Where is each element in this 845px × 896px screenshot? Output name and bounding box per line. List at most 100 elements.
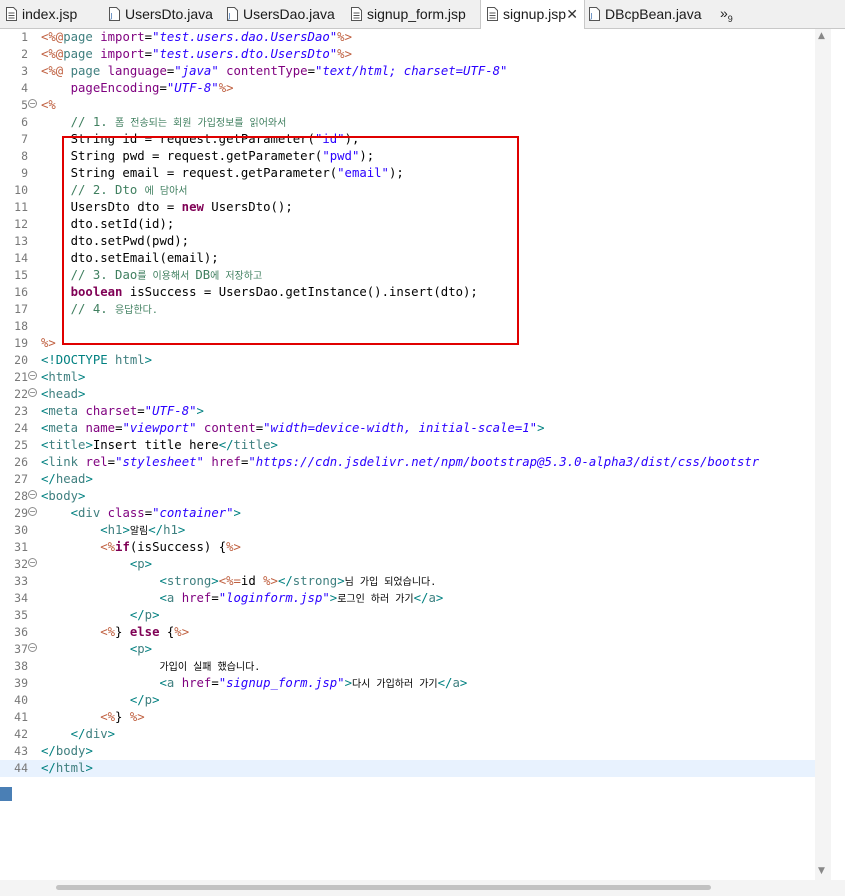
code-line[interactable]: 13 dto.setPwd(pwd); [0,233,815,250]
code-line[interactable]: 43 </body> [0,743,815,760]
code-line[interactable]: 34 <a href="loginform.jsp">로그인 하러 가기</a> [0,590,815,607]
code-text: <title>Insert title here</title> [41,438,278,452]
line-number: 34 [14,591,28,605]
code-text: <%@page import="test.users.dao.UsersDao"… [41,30,352,44]
code-line[interactable]: 15 // 3. Dao를 이용해서 DB에 저장하고 [0,267,815,284]
code-text: <a href="signup_form.jsp">다시 가입하러 가기</a> [159,676,468,690]
code-line[interactable]: 32− <p> [0,556,815,573]
line-number: 7 [21,132,28,146]
code-line[interactable]: 37− <p> [0,641,815,658]
code-text: </head> [41,472,93,486]
fold-collapse-icon[interactable]: − [28,643,37,652]
java-file-icon: J [109,7,120,21]
code-line[interactable]: 40 </p> [0,692,815,709]
code-text: %> [41,336,56,350]
code-line[interactable]: 6 // 1. 폼 전송되는 회원 가입정보를 읽어와서 [0,114,815,131]
line-number: 15 [14,268,28,282]
java-file-icon: J [227,7,238,21]
code-line[interactable]: 17 // 4. 응답한다. [0,301,815,318]
code-line[interactable]: 18 [0,318,815,335]
code-line[interactable]: 7 String id = request.getParameter("id")… [0,131,815,148]
code-line[interactable]: 30 <h1>알림</h1> [0,522,815,539]
scroll-up-icon[interactable]: ▲ [818,31,825,41]
code-line[interactable]: 19 %> [0,335,815,352]
vertical-scrollbar[interactable]: ▲ ▼ [815,29,831,880]
code-line[interactable]: 36 <%} else {%> [0,624,815,641]
code-line[interactable]: 44 </html> [0,760,815,777]
line-number: 1 [21,30,28,44]
code-line[interactable]: 38 가입이 실패 했습니다. [0,658,815,675]
tab-signup-jsp[interactable]: signup.jsp ✕ [480,0,585,29]
code-line[interactable]: 41 <%} %> [0,709,815,726]
code-line[interactable]: 33 <strong><%=id %></strong>님 가입 되었습니다. [0,573,815,590]
code-line[interactable]: 24 <meta name="viewport" content="width=d… [0,420,815,437]
code-text: <%@page import="test.users.dto.UsersDto"… [41,47,352,61]
code-line[interactable]: 28− <body> [0,488,815,505]
svg-text:J: J [228,12,231,20]
line-number: 14 [14,251,28,265]
code-line[interactable]: 16 boolean isSuccess = UsersDao.getInsta… [0,284,815,301]
code-line[interactable]: 1 <%@page import="test.users.dao.UsersDao… [0,29,815,46]
code-editor[interactable]: 1 <%@page import="test.users.dao.UsersDao… [0,29,815,880]
code-text: String id = request.getParameter("id"); [41,132,360,146]
tab-label: signup_form.jsp [367,6,466,22]
svg-text:J: J [590,12,593,20]
code-line[interactable]: 9 String email = request.getParameter("e… [0,165,815,182]
fold-collapse-icon[interactable]: − [28,99,37,108]
code-text: </p> [129,693,160,707]
code-line[interactable]: 23 <meta charset="UTF-8"> [0,403,815,420]
fold-collapse-icon[interactable]: − [28,371,37,380]
fold-collapse-icon[interactable]: − [28,388,37,397]
line-number: 41 [14,710,28,724]
code-line[interactable]: 2 <%@page import="test.users.dto.UsersDto… [0,46,815,63]
code-line[interactable]: 8 String pwd = request.getParameter("pwd… [0,148,815,165]
close-icon[interactable]: ✕ [566,0,578,28]
tab-index-jsp[interactable]: index.jsp [0,0,103,28]
code-text: dto.setEmail(email); [41,251,219,265]
horizontal-scrollbar[interactable] [0,880,845,896]
line-number: 12 [14,217,28,231]
tab-dbcpbean-java[interactable]: J DBcpBean.java [583,0,713,28]
tab-usersdto-java[interactable]: J UsersDto.java [103,0,221,28]
editor-tab-bar: index.jsp J UsersDto.java J UsersDao.java sig… [0,0,845,29]
code-text: boolean isSuccess = UsersDao.getInstance… [70,285,478,299]
code-line[interactable]: 35 </p> [0,607,815,624]
fold-collapse-icon[interactable]: − [28,558,37,567]
code-line[interactable]: 11 UsersDto dto = new UsersDto(); [0,199,815,216]
code-line[interactable]: 27 </head> [0,471,815,488]
line-number: 26 [14,455,28,469]
tab-overflow-symbol[interactable]: » [720,5,728,21]
tab-usersdao-java[interactable]: J UsersDao.java [221,0,345,28]
line-number: 22 [14,387,28,401]
scroll-down-icon[interactable]: ▼ [818,866,825,876]
svg-text:J: J [110,12,113,20]
code-line[interactable]: 3 <%@ page language="java" contentType="t… [0,63,815,80]
code-line[interactable]: 25 <title>Insert title here</title> [0,437,815,454]
code-text: 가입이 실패 했습니다. [159,662,261,673]
tab-signup-form-jsp[interactable]: signup_form.jsp [345,0,480,28]
code-line[interactable]: 29− <div class="container"> [0,505,815,522]
code-line[interactable]: 4 pageEncoding="UTF-8"%> [0,80,815,97]
code-line[interactable]: 26 <link rel="stylesheet" href="https://c… [0,454,815,471]
fold-collapse-icon[interactable]: − [28,490,37,499]
code-line[interactable]: 12 dto.setId(id); [0,216,815,233]
line-number: 24 [14,421,28,435]
tab-overflow-icon[interactable]: »9 [720,0,733,28]
horizontal-scroll-thumb[interactable] [56,885,711,890]
code-line[interactable]: 31 <%if(isSuccess) {%> [0,539,815,556]
fold-collapse-icon[interactable]: − [28,507,37,516]
code-text: </body> [41,744,93,758]
code-line[interactable]: 39 <a href="signup_form.jsp">다시 가입하러 가기<… [0,675,815,692]
line-number: 42 [14,727,28,741]
code-text: <meta charset="UTF-8"> [41,404,204,418]
code-line[interactable]: 5− <% [0,97,815,114]
code-line[interactable]: 42 </div> [0,726,815,743]
code-line[interactable]: 10 // 2. Dto 에 담아서 [0,182,815,199]
code-text: <%@ page language="java" contentType="te… [41,64,508,78]
code-line[interactable]: 14 dto.setEmail(email); [0,250,815,267]
line-number: 18 [14,319,28,333]
current-line-marker [0,787,12,801]
code-line[interactable]: 22− <head> [0,386,815,403]
code-line[interactable]: 21− <html> [0,369,815,386]
code-line[interactable]: 20 <!DOCTYPE html> [0,352,815,369]
